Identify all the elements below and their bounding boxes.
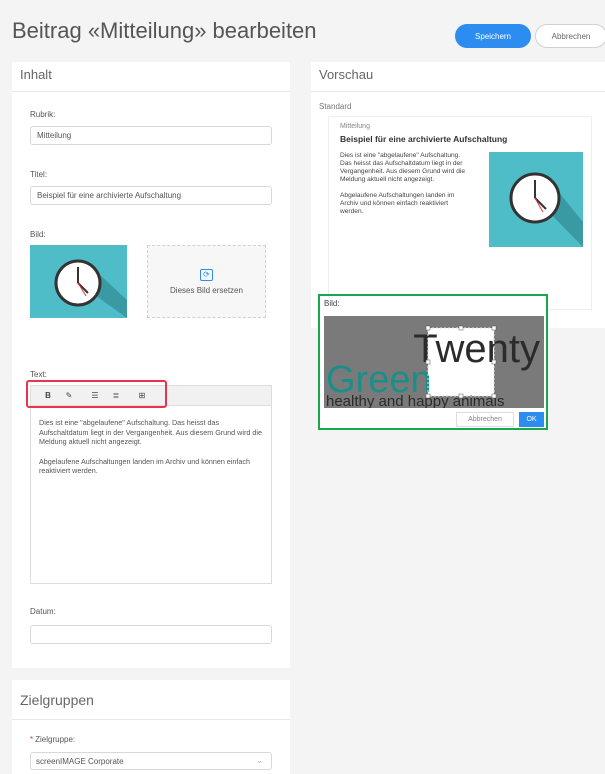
text-editor[interactable]: Dies ist eine "abgelaufene" Aufschaltung… [30, 406, 272, 584]
replace-image-label: Dieses Bild ersetzen [170, 285, 243, 295]
editor-paragraph: Dies ist eine "abgelaufene" Aufschaltung… [39, 418, 262, 446]
toolbar-highlight-frame [26, 380, 167, 408]
crop-logo-line3: healthy and happy animals [326, 393, 504, 408]
replace-image-button[interactable]: ⟳ Dieses Bild ersetzen [147, 245, 266, 318]
image-crop-dialog: Bild: Twenty Green healthy and happy ani… [318, 294, 548, 430]
rubrik-label: Rubrik: [30, 110, 56, 119]
preview-image [489, 152, 583, 247]
rubrik-input[interactable]: Mitteilung [30, 126, 272, 145]
preview-paragraph: Dies ist eine "abgelaufene" Aufschaltung… [340, 152, 465, 183]
save-button[interactable]: Speichern [455, 24, 531, 48]
chevron-down-icon: ⌄ [256, 756, 263, 765]
datum-input[interactable] [30, 625, 272, 644]
crop-handle[interactable] [491, 359, 497, 365]
image-thumbnail[interactable] [30, 245, 127, 318]
replace-icon: ⟳ [200, 268, 213, 281]
target-group-label-text: Zielgruppe: [35, 735, 76, 744]
target-group-select[interactable]: screenIMAGE Corporate ⌄ [30, 752, 272, 770]
required-mark: * [30, 735, 34, 744]
preview-variant: Standard [319, 102, 352, 111]
crop-ok-button[interactable]: OK [519, 412, 544, 427]
crop-dialog-label: Bild: [324, 299, 340, 308]
target-groups-title: Zielgruppen [12, 680, 290, 720]
titel-label: Titel: [30, 170, 48, 179]
preview-paragraph: Abgelaufene Aufschaltungen landen im Arc… [340, 192, 455, 215]
target-group-value: screenIMAGE Corporate [36, 756, 124, 766]
crop-handle[interactable] [425, 359, 431, 365]
content-card-title: Inhalt [12, 62, 290, 92]
preview-rubrik: Mitteilung [340, 123, 370, 130]
datum-label: Datum: [30, 607, 56, 616]
cancel-button[interactable]: Abbrechen [535, 24, 605, 48]
content-card: Inhalt Rubrik: Mitteilung Titel: Beispie… [12, 62, 290, 668]
preview-article: Mitteilung Beispiel für eine archivierte… [328, 116, 592, 310]
crop-handle[interactable] [425, 325, 431, 331]
crop-handle[interactable] [458, 325, 464, 331]
crop-cancel-button[interactable]: Abbrechen [456, 412, 514, 427]
titel-value: Beispiel für eine archivierte Aufschaltu… [37, 191, 182, 200]
preview-body: Dies ist eine "abgelaufene" Aufschaltung… [340, 152, 472, 224]
crop-handle[interactable] [425, 393, 431, 399]
crop-handle[interactable] [491, 393, 497, 399]
crop-logo-line1: Twenty [413, 327, 540, 371]
crop-area[interactable]: Twenty Green healthy and happy animals [324, 316, 544, 408]
bild-label: Bild: [30, 230, 46, 239]
page-title: Beitrag «Mitteilung» bearbeiten [12, 18, 317, 43]
crop-handle[interactable] [491, 325, 497, 331]
crop-handle[interactable] [458, 393, 464, 399]
target-group-label: * Zielgruppe: [30, 735, 75, 744]
preview-card: Vorschau Standard Mitteilung Beispiel fü… [311, 62, 605, 328]
target-groups-card: Zielgruppen * Zielgruppe: screenIMAGE Cor… [12, 680, 290, 774]
preview-card-title: Vorschau [311, 62, 605, 92]
titel-input[interactable]: Beispiel für eine archivierte Aufschaltu… [30, 186, 272, 205]
editor-paragraph: Abgelaufene Aufschaltungen landen im Arc… [39, 456, 250, 476]
preview-headline: Beispiel für eine archivierte Aufschaltu… [340, 134, 508, 144]
rubrik-value: Mitteilung [37, 131, 72, 140]
text-label: Text: [30, 370, 47, 379]
